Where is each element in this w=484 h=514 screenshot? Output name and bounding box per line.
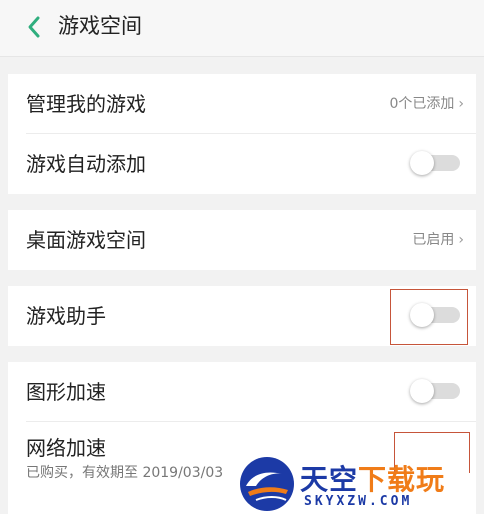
manage-games-value: 0个已添加 › (389, 95, 464, 113)
watermark-brand-main: 天空 (300, 463, 359, 496)
desktop-space-row[interactable]: 桌面游戏空间 已启用 › (8, 210, 476, 270)
watermark-url: SKYXZW.COM (304, 494, 413, 509)
skyxzw-logo-icon (240, 457, 294, 511)
desktop-space-label: 桌面游戏空间 (26, 228, 146, 252)
graphics-accel-row: 图形加速 (8, 362, 476, 422)
desktop-space-value: 已启用 › (412, 231, 464, 249)
network-accel-subtitle: 已购买，有效期至 2019/03/03 (26, 465, 224, 481)
toggle-knob (410, 151, 434, 175)
highlight-box (390, 289, 468, 345)
manage-games-label: 管理我的游戏 (26, 92, 146, 116)
watermark-brand: 天空下载玩 (300, 458, 445, 498)
manage-games-count: 0个已添加 (389, 96, 455, 112)
chevron-right-icon: › (458, 232, 464, 248)
auto-add-label: 游戏自动添加 (26, 152, 146, 176)
game-assistant-label: 游戏助手 (26, 304, 106, 328)
graphics-accel-toggle[interactable] (410, 379, 462, 403)
chevron-right-icon: › (458, 96, 464, 112)
games-group: 管理我的游戏 0个已添加 › 游戏自动添加 (8, 74, 476, 194)
desktop-space-status: 已启用 (412, 232, 455, 248)
auto-add-toggle[interactable] (410, 151, 462, 175)
back-chevron-icon[interactable] (22, 14, 48, 40)
auto-add-row: 游戏自动添加 (8, 134, 476, 194)
network-accel-label: 网络加速 (26, 436, 106, 460)
graphics-accel-label: 图形加速 (26, 380, 106, 404)
page-title: 游戏空间 (58, 14, 142, 38)
manage-games-row[interactable]: 管理我的游戏 0个已添加 › (8, 74, 476, 134)
top-bar: 游戏空间 (0, 0, 484, 57)
watermark: 天空下载玩 SKYXZW.COM (238, 454, 484, 514)
desktop-group: 桌面游戏空间 已启用 › (8, 210, 476, 270)
watermark-brand-accent: 下载玩 (358, 463, 446, 496)
toggle-knob (410, 379, 434, 403)
